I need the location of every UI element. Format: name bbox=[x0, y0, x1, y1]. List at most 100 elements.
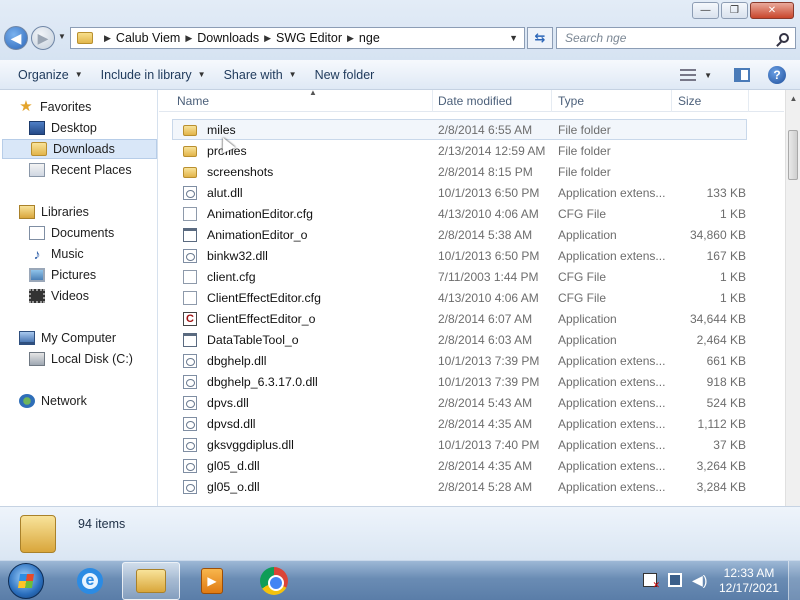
include-in-library-menu[interactable]: Include in library ▼ bbox=[92, 60, 215, 89]
disk-drive-icon bbox=[29, 352, 45, 366]
help-icon[interactable]: ? bbox=[768, 66, 786, 84]
breadcrumb-item[interactable]: Downloads bbox=[197, 31, 259, 45]
start-button[interactable] bbox=[8, 563, 44, 599]
file-row[interactable]: gl05_o.dll 2/8/2014 5:28 AM Application ex… bbox=[173, 476, 748, 497]
nav-documents[interactable]: Documents bbox=[0, 223, 158, 243]
back-button[interactable]: ◀ bbox=[4, 26, 28, 50]
file-date-modified: 2/8/2014 5:28 AM bbox=[438, 479, 533, 494]
nav-videos[interactable]: Videos bbox=[0, 286, 158, 306]
volume-icon[interactable]: ◀) bbox=[692, 573, 707, 587]
new-folder-button[interactable]: New folder bbox=[306, 60, 384, 89]
file-row[interactable]: dpvs.dll 2/8/2014 5:43 AM Application exte… bbox=[173, 392, 748, 413]
file-date-modified: 2/8/2014 5:43 AM bbox=[438, 395, 533, 410]
column-header-name[interactable]: Name ▲ bbox=[171, 88, 433, 112]
file-row[interactable]: profiles 2/13/2014 12:59 AM File folder bbox=[173, 140, 748, 161]
address-bar[interactable]: ▶ Calub Viem ▶ Downloads ▶ SWG Editor ▶ … bbox=[70, 27, 525, 49]
nav-local-disk[interactable]: Local Disk (C:) bbox=[0, 349, 158, 369]
file-row[interactable]: AnimationEditor_o 2/8/2014 5:38 AM Applica… bbox=[173, 224, 748, 245]
taskbar-chrome[interactable] bbox=[245, 562, 303, 600]
column-header-type[interactable]: Type bbox=[552, 90, 672, 112]
file-date-modified: 10/1/2013 7:40 PM bbox=[438, 437, 540, 452]
file-row[interactable]: DataTableTool_o 2/8/2014 6:03 AM Applicati… bbox=[173, 329, 748, 350]
nav-favorites[interactable]: ★ Favorites bbox=[18, 97, 158, 117]
file-row[interactable]: dbghelp.dll 10/1/2013 7:39 PM Application … bbox=[173, 350, 748, 371]
column-header-date-modified[interactable]: Date modified bbox=[432, 90, 552, 112]
vertical-scrollbar[interactable]: ▲ bbox=[785, 90, 800, 506]
nav-music[interactable]: ♪ Music bbox=[0, 244, 158, 264]
recent-pages-dropdown[interactable]: ▼ bbox=[58, 32, 66, 41]
share-with-menu[interactable]: Share with ▼ bbox=[215, 60, 306, 89]
file-name-cell: AnimationEditor.cfg bbox=[183, 206, 313, 221]
file-row[interactable]: dbghelp_6.3.17.0.dll 10/1/2013 7:39 PM App… bbox=[173, 371, 748, 392]
file-size: 34,644 KB bbox=[689, 311, 746, 326]
file-type: Application extens... bbox=[558, 416, 666, 431]
scroll-up-arrow-icon[interactable]: ▲ bbox=[786, 90, 800, 107]
scroll-thumb[interactable] bbox=[788, 130, 798, 180]
file-size: 167 KB bbox=[706, 248, 746, 263]
file-name-cell: DataTableTool_o bbox=[183, 332, 299, 347]
file-name-cell: alut.dll bbox=[183, 185, 243, 200]
file-row[interactable]: binkw32.dll 10/1/2013 6:50 PM Application … bbox=[173, 245, 748, 266]
file-date-modified: 2/8/2014 4:35 AM bbox=[438, 458, 533, 473]
minimize-button[interactable]: — bbox=[692, 2, 719, 19]
chevron-right-icon[interactable]: ▶ bbox=[347, 33, 354, 44]
file-name-cell: ClientEffectEditor.cfg bbox=[183, 290, 321, 305]
chevron-right-icon[interactable]: ▶ bbox=[264, 33, 271, 44]
taskbar-internet-explorer[interactable]: e bbox=[61, 562, 119, 600]
taskbar: e ▶ ◀) 12:33 AM 12/17/2021 bbox=[0, 560, 800, 600]
show-desktop-button[interactable] bbox=[788, 561, 800, 600]
network-status-icon[interactable] bbox=[668, 573, 682, 587]
nav-my-computer[interactable]: My Computer bbox=[0, 328, 158, 348]
taskbar-windows-explorer[interactable] bbox=[122, 562, 180, 600]
nav-libraries[interactable]: Libraries bbox=[0, 202, 158, 222]
search-box[interactable] bbox=[556, 27, 796, 49]
nav-pictures[interactable]: Pictures bbox=[0, 265, 158, 285]
change-view-icon[interactable] bbox=[680, 69, 697, 81]
file-row[interactable]: gksvggdiplus.dll 10/1/2013 7:40 PM Applica… bbox=[173, 434, 748, 455]
file-row[interactable]: dpvsd.dll 2/8/2014 4:35 AM Application ext… bbox=[173, 413, 748, 434]
dll-file-icon bbox=[183, 374, 197, 389]
refresh-button[interactable]: ⇆ bbox=[527, 27, 553, 49]
file-row[interactable]: C ClientEffectEditor_o 2/8/2014 6:07 AM App… bbox=[173, 308, 748, 329]
breadcrumb-item[interactable]: nge bbox=[359, 31, 380, 45]
nav-recent-places[interactable]: Recent Places bbox=[0, 160, 158, 180]
maximize-button[interactable]: ❐ bbox=[721, 2, 748, 19]
file-row[interactable]: gl05_d.dll 2/8/2014 4:35 AM Application ex… bbox=[173, 455, 748, 476]
file-size: 3,284 KB bbox=[696, 479, 746, 494]
organize-label: Organize bbox=[18, 67, 69, 82]
file-date-modified: 2/8/2014 6:03 AM bbox=[438, 332, 533, 347]
documents-icon bbox=[29, 226, 45, 240]
file-name: gksvggdiplus.dll bbox=[207, 437, 294, 452]
close-button[interactable]: ✕ bbox=[750, 2, 794, 19]
column-header-size[interactable]: Size bbox=[672, 90, 749, 112]
chevron-right-icon[interactable]: ▶ bbox=[104, 33, 111, 44]
forward-button[interactable]: ▶ bbox=[31, 26, 55, 50]
chevron-down-icon[interactable]: ▼ bbox=[509, 33, 518, 43]
file-row[interactable]: client.cfg 7/11/2003 1:44 PM CFG File 1 KB bbox=[173, 266, 748, 287]
column-label: Date modified bbox=[438, 94, 513, 108]
nav-label: Network bbox=[41, 394, 87, 408]
clock[interactable]: 12:33 AM 12/17/2021 bbox=[716, 566, 782, 596]
nav-network[interactable]: Network bbox=[0, 391, 158, 411]
file-row[interactable]: miles 2/8/2014 6:55 AM File folder bbox=[172, 119, 747, 140]
nav-desktop[interactable]: Desktop bbox=[0, 118, 158, 138]
chevron-right-icon[interactable]: ▶ bbox=[185, 33, 192, 44]
taskbar-media-player[interactable]: ▶ bbox=[183, 562, 241, 600]
file-size: 1 KB bbox=[719, 290, 746, 305]
file-row[interactable]: ClientEffectEditor.cfg 4/13/2010 4:06 AM C… bbox=[173, 287, 748, 308]
preview-pane-icon[interactable] bbox=[734, 68, 750, 82]
action-center-flag-icon[interactable] bbox=[643, 573, 660, 591]
file-row[interactable]: screenshots 2/8/2014 8:15 PM File folder bbox=[173, 161, 748, 182]
search-input[interactable] bbox=[565, 31, 765, 45]
nav-downloads[interactable]: Downloads bbox=[2, 139, 157, 159]
breadcrumb-item[interactable]: SWG Editor bbox=[276, 31, 342, 45]
breadcrumb-item[interactable]: Calub Viem bbox=[116, 31, 180, 45]
file-name: miles bbox=[207, 122, 236, 137]
file-type: Application bbox=[558, 332, 617, 347]
dll-file-icon bbox=[183, 437, 197, 452]
search-icon[interactable] bbox=[779, 33, 789, 43]
organize-menu[interactable]: Organize ▼ bbox=[0, 60, 92, 89]
caret-down-icon[interactable]: ▼ bbox=[704, 71, 712, 80]
file-row[interactable]: AnimationEditor.cfg 4/13/2010 4:06 AM CFG … bbox=[173, 203, 748, 224]
file-row[interactable]: alut.dll 10/1/2013 6:50 PM Application ext… bbox=[173, 182, 748, 203]
